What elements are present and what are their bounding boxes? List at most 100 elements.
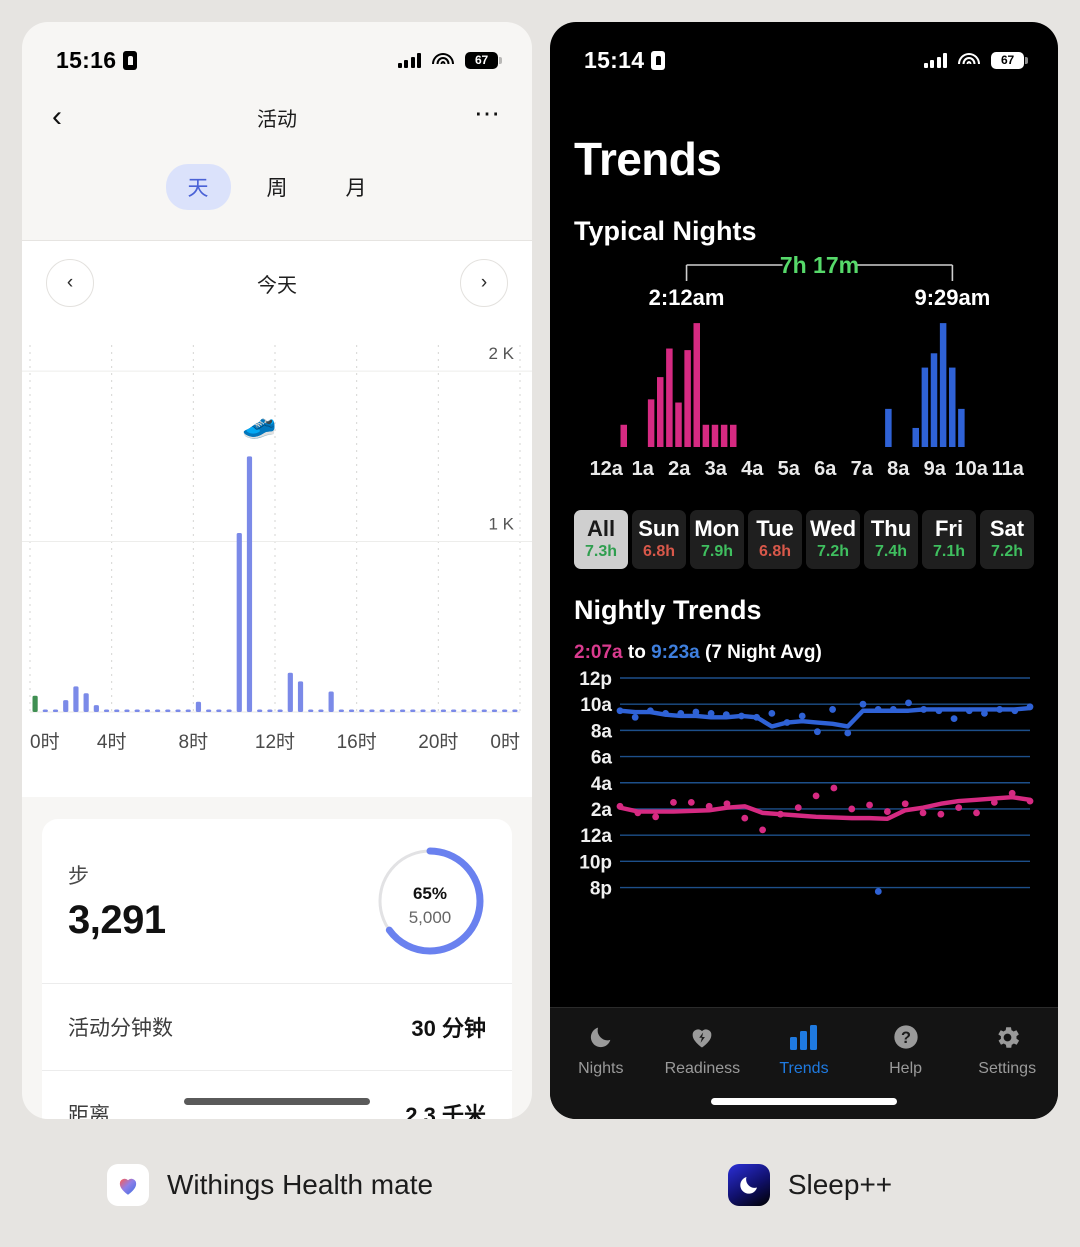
day-label: Sun — [638, 516, 680, 541]
battery-icon: 67 — [991, 51, 1028, 69]
tab-help[interactable]: ? Help — [855, 1020, 957, 1078]
svg-text:16时: 16时 — [337, 731, 377, 753]
screenshot-stage: 15:16 67 ‹ 活动 ⋯ 天 周 月 ‹ 今天 › 👟 1 K 2 K 0… — [0, 0, 1080, 1247]
svg-text:2 K: 2 K — [488, 344, 514, 363]
status-left-group: 15:16 — [56, 46, 138, 74]
next-day-button[interactable]: › — [460, 259, 508, 307]
svg-text:1a: 1a — [632, 458, 655, 480]
day-label: Sat — [989, 516, 1025, 541]
active-minutes-label: 活动分钟数 — [68, 1017, 173, 1040]
tab-label: Trends — [779, 1060, 829, 1077]
goal-progress-ring: 65% 5,000 — [374, 845, 486, 957]
tab-readiness[interactable]: Readiness — [652, 1020, 754, 1078]
day-cell-mon[interactable]: Mon 7.9h — [690, 510, 744, 569]
sleep-plus-plus-app-icon — [727, 1164, 770, 1206]
active-minutes-value: 30 分钟 — [411, 1016, 486, 1041]
current-date-label: 今天 — [257, 274, 297, 297]
day-cell-thu[interactable]: Thu 7.4h — [864, 510, 918, 569]
status-time: 15:16 — [56, 46, 117, 73]
svg-text:0时: 0时 — [490, 731, 520, 753]
day-hours: 7.2h — [816, 542, 849, 560]
tab-trends[interactable]: Trends — [753, 1020, 855, 1078]
svg-text:3a: 3a — [705, 458, 728, 480]
goal-percent: 65% — [412, 884, 448, 903]
day-hours: 6.8h — [642, 542, 675, 560]
nightly-avg-note: (7 Night Avg) — [705, 641, 822, 663]
weekday-selector: All 7.3h Sun 6.8h Mon 7.9h Tue 6.8h Wed — [574, 510, 1034, 569]
day-cell-fri[interactable]: Fri 7.1h — [922, 510, 976, 569]
tab-day[interactable]: 天 — [165, 164, 231, 210]
day-hours: 7.4h — [874, 542, 907, 560]
day-label: Wed — [809, 516, 857, 541]
day-cell-tue[interactable]: Tue 6.8h — [748, 510, 802, 569]
svg-text:6a: 6a — [591, 747, 613, 768]
period-segmented-control: 天 周 月 — [22, 150, 532, 240]
day-cell-wed[interactable]: Wed 7.2h — [806, 510, 860, 569]
trends-content: Trends Typical Nights 12a 1a 2a 3a 4a 5a 6a 7a 8… — [550, 132, 1058, 915]
status-left-group: 15:14 — [584, 47, 666, 74]
active-minutes-row[interactable]: 活动分钟数 30 分钟 — [42, 983, 512, 1070]
svg-text:12p: 12p — [579, 670, 612, 690]
svg-text:6a: 6a — [814, 458, 837, 480]
distance-row[interactable]: 距离 2.3 千米 — [42, 1070, 512, 1119]
tab-label: Help — [889, 1060, 923, 1077]
typical-nights-histogram[interactable]: 12a 1a 2a 3a 4a 5a 6a 7a 8a 9a 10a 11a 7h 17m 2:12am 9… — [574, 251, 1034, 491]
steps-block: 步 3,291 — [68, 860, 166, 943]
wifi-icon — [432, 52, 454, 68]
previous-day-button[interactable]: ‹ — [46, 259, 94, 307]
tab-month[interactable]: 月 — [324, 164, 389, 210]
typical-nights-heading: Typical Nights — [574, 216, 757, 246]
activity-summary-card: 步 3,291 65% 5,000 活动分钟数 30 分钟 距离 2.3 千米 — [42, 819, 512, 1119]
distance-value: 2.3 千米 — [405, 1103, 486, 1119]
day-hours: 6.8h — [758, 542, 791, 560]
nightly-wake-time: 9:23a — [651, 641, 700, 663]
day-cell-all[interactable]: All 7.3h — [574, 510, 628, 569]
steps-label: 步 — [68, 864, 89, 888]
svg-text:8a: 8a — [591, 721, 613, 742]
day-cell-sun[interactable]: Sun 6.8h — [632, 510, 686, 569]
running-shoe-icon: 👟 — [242, 408, 277, 439]
status-right-group: 67 — [397, 51, 502, 69]
caption-row: Withings Health mate Sleep++ — [0, 1150, 1080, 1220]
svg-text:9:29am: 9:29am — [914, 285, 990, 310]
svg-text:5a: 5a — [778, 458, 801, 480]
cellular-icon — [923, 52, 947, 68]
status-bar-left: 15:16 67 — [22, 22, 532, 84]
page-title: Trends — [574, 133, 722, 185]
home-indicator — [184, 1098, 370, 1105]
gear-icon — [993, 1020, 1022, 1054]
tab-nights[interactable]: Nights — [550, 1020, 652, 1078]
heart-bolt-icon — [687, 1020, 717, 1054]
svg-text:1 K: 1 K — [488, 515, 514, 534]
svg-text:4a: 4a — [591, 773, 613, 794]
day-label: Tue — [756, 516, 794, 541]
nightly-range-line: 2:07a to 9:23a (7 Night Avg) — [574, 642, 1034, 664]
steps-chart-canvas: 1 K 2 K 0时 4时 8时 12时 16时 20时 0时 — [22, 344, 532, 753]
tab-week[interactable]: 周 — [245, 164, 310, 210]
tab-settings[interactable]: Settings — [956, 1020, 1058, 1078]
day-cell-sat[interactable]: Sat 7.2h — [980, 510, 1034, 569]
cellular-icon — [397, 52, 421, 68]
svg-text:8时: 8时 — [179, 731, 209, 753]
steps-value: 3,291 — [68, 897, 166, 942]
caption-sleep: Sleep++ — [540, 1150, 1080, 1220]
svg-text:2a: 2a — [591, 800, 613, 821]
goal-ring-values: 65% 5,000 — [374, 845, 486, 957]
page-title: 活动 — [257, 108, 297, 131]
battery-percent: 67 — [1001, 53, 1014, 67]
steps-bar-chart[interactable]: 👟 1 K 2 K 0时 4时 8时 12时 16时 20时 0时 — [22, 317, 532, 797]
day-hours: 7.1h — [932, 542, 965, 560]
svg-text:2a: 2a — [668, 458, 691, 480]
status-right-group: 67 — [923, 51, 1028, 69]
date-navigator: ‹ 今天 › — [22, 241, 532, 317]
status-bar-right: 15:14 67 — [550, 22, 1058, 84]
svg-text:10p: 10p — [579, 852, 612, 873]
nightly-trends-chart[interactable]: 12p 10a 8a 6a 4a 2a 12a 10p 8p — [574, 669, 1034, 910]
day-label: Mon — [694, 516, 740, 541]
battery-percent: 67 — [475, 53, 488, 67]
phone-right-sleep-plus-plus: 15:14 67 Trends Typical Nights 12a 1a 2a 3a… — [550, 22, 1058, 1119]
svg-text:9a: 9a — [924, 458, 947, 480]
svg-text:7h 17m: 7h 17m — [780, 252, 859, 278]
nav-bar: ‹ 活动 ⋯ — [22, 84, 532, 150]
svg-text:4a: 4a — [741, 458, 764, 480]
